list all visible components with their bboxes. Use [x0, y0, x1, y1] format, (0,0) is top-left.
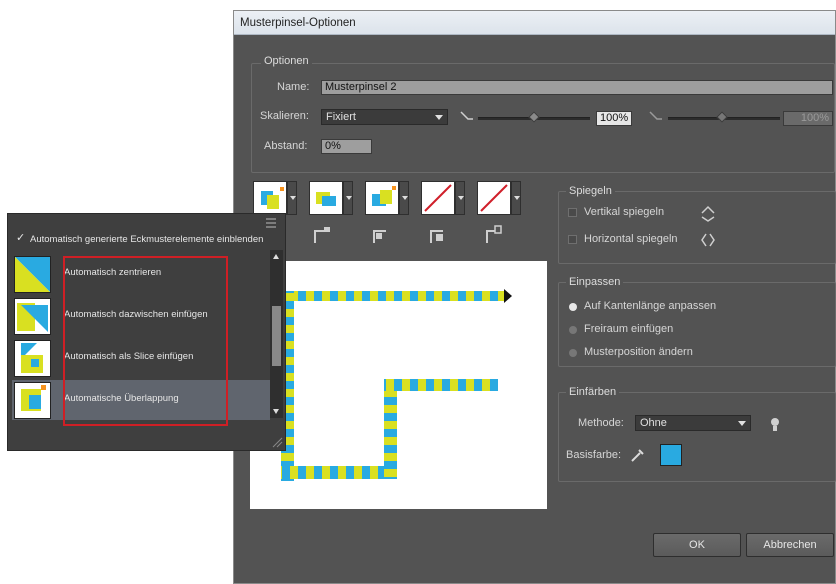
- panel-menu-icon[interactable]: [264, 217, 278, 229]
- end-position-icon: [486, 225, 502, 243]
- basisfarbe-label: Basisfarbe:: [566, 449, 622, 461]
- einfaerben-title: Einfärben: [566, 386, 620, 398]
- eyedropper-icon[interactable]: [628, 445, 648, 465]
- inner-corner-position-icon: [430, 230, 443, 243]
- outer-corner-tile-icon: [316, 192, 336, 206]
- side-tile-icon: [261, 187, 284, 209]
- pattern-preview-path: [281, 289, 512, 481]
- optionen-title: Optionen: [261, 55, 312, 67]
- methode-select[interactable]: Ohne: [635, 415, 751, 431]
- basisfarbe-swatch-fill: [661, 445, 681, 465]
- radio-musterposition[interactable]: [569, 349, 577, 357]
- auto-corner-checkbox-label: Automatisch generierte Eckmusterelemente…: [30, 234, 264, 245]
- horizontal-spiegeln-label: Horizontal spiegeln: [584, 233, 678, 245]
- start-tile-dropdown[interactable]: [455, 181, 465, 215]
- scale-min-field[interactable]: 100%: [596, 111, 632, 126]
- pattern-preview: [250, 261, 547, 509]
- methode-value: Ohne: [640, 417, 667, 429]
- no-tile-icon: [424, 184, 452, 212]
- abstand-field[interactable]: 0%: [321, 139, 372, 154]
- tile-thumbnail-image: [21, 343, 43, 373]
- tile-thumbnail: [14, 298, 51, 335]
- scroll-up-icon[interactable]: [273, 254, 279, 259]
- brush-large-icon: [649, 111, 662, 120]
- flyout-scrollbar[interactable]: [270, 250, 283, 418]
- skalieren-label: Skalieren:: [260, 110, 309, 122]
- name-field[interactable]: Musterpinsel 2: [321, 80, 833, 95]
- spiegeln-group: [558, 191, 836, 264]
- basisfarbe-swatch[interactable]: [660, 444, 682, 466]
- dialog-title: Musterpinsel-Optionen: [234, 11, 835, 35]
- tile-thumbnail: [14, 256, 51, 293]
- auto-corner-checkbox[interactable]: ✓: [16, 231, 25, 244]
- einfaerben-group: [558, 392, 836, 482]
- scale-max-field[interactable]: 100%: [783, 111, 833, 126]
- flip-horizontal-icon: [701, 233, 715, 247]
- no-tile-icon: [480, 184, 508, 212]
- radio-auf-kantenlaenge[interactable]: [569, 303, 577, 311]
- resize-grip-icon[interactable]: [271, 436, 283, 448]
- chevron-down-icon: [738, 421, 746, 426]
- freiraum-label: Freiraum einfügen: [584, 323, 674, 335]
- musterposition-label: Musterposition ändern: [584, 346, 693, 358]
- outer-corner-tile-button[interactable]: [309, 181, 343, 215]
- spiegeln-title: Spiegeln: [566, 185, 615, 197]
- einpassen-title: Einpassen: [566, 276, 624, 288]
- tile-thumbnail-image: [15, 257, 50, 292]
- abstand-label: Abstand:: [264, 140, 308, 152]
- radio-freiraum[interactable]: [569, 326, 577, 334]
- scrollbar-thumb[interactable]: [272, 306, 281, 366]
- vertikal-spiegeln-label: Vertikal spiegeln: [584, 206, 665, 218]
- ok-button[interactable]: OK: [653, 533, 741, 557]
- cancel-button[interactable]: Abbrechen: [746, 533, 834, 557]
- skalieren-value: Fixiert: [326, 111, 356, 123]
- end-tile-dropdown[interactable]: [511, 181, 521, 215]
- tile-thumbnail: [14, 340, 51, 377]
- side-tile-button[interactable]: [253, 181, 287, 215]
- tips-lightbulb-icon[interactable]: [765, 415, 785, 435]
- inner-corner-tile-dropdown[interactable]: [399, 181, 409, 215]
- side-tile-dropdown[interactable]: [287, 181, 297, 215]
- horizontal-spiegeln-checkbox[interactable]: [568, 235, 577, 244]
- inner-corner-tile-button[interactable]: [365, 181, 399, 215]
- musterpinsel-optionen-dialog: Musterpinsel-Optionen Optionen Name: Mus…: [233, 10, 836, 584]
- chevron-down-icon: [435, 115, 443, 120]
- tile-thumbnail-image: [17, 303, 48, 332]
- flip-vertical-icon: [701, 205, 715, 222]
- inner-corner-tile-icon: [372, 186, 396, 206]
- vertikal-spiegeln-checkbox[interactable]: [568, 208, 577, 217]
- auf-kantenlaenge-label: Auf Kantenlänge anpassen: [584, 300, 717, 312]
- tile-thumbnail: [14, 382, 51, 419]
- start-tile-button[interactable]: [421, 181, 455, 215]
- outer-corner-tile-dropdown[interactable]: [343, 181, 353, 215]
- brush-small-icon: [460, 111, 473, 120]
- outer-corner-position-icon: [314, 227, 330, 243]
- tile-thumbnail-image: [21, 385, 46, 411]
- highlight-annotation-box: [63, 256, 228, 426]
- name-label: Name:: [277, 81, 310, 93]
- scroll-down-icon[interactable]: [273, 409, 279, 414]
- methode-label: Methode:: [578, 417, 624, 429]
- corner-options-flyout: ✓ Automatisch generierte Eckmusterelemen…: [7, 213, 286, 451]
- skalieren-select[interactable]: Fixiert: [321, 109, 448, 125]
- side-position-icon: [373, 230, 386, 243]
- end-tile-button[interactable]: [477, 181, 511, 215]
